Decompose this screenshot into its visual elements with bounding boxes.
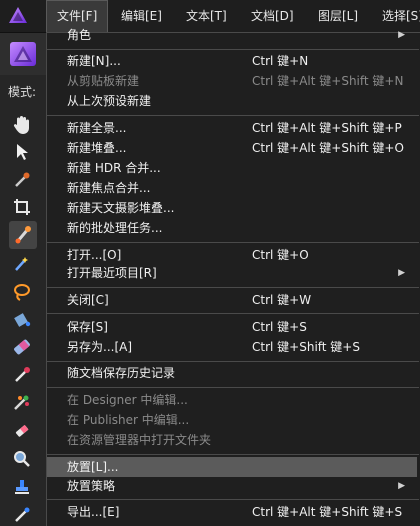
gradient-tool-icon[interactable] (10, 335, 34, 359)
menu-item-shortcut: Ctrl 键+Alt 键+Shift 键+N (252, 74, 404, 88)
mixer-brush-tool-icon[interactable] (10, 391, 34, 415)
persona-switcher[interactable] (0, 33, 46, 75)
separator (47, 361, 419, 362)
menu-item-open[interactable]: 打开...[O] Ctrl 键+O (47, 245, 417, 265)
separator (47, 499, 419, 500)
menu-item-label: 放置[L]... (67, 460, 119, 474)
menu-item-label: 放置策略 (67, 479, 116, 493)
menu-item-label: 导出...[E] (67, 505, 120, 519)
menu-item-shortcut: Ctrl 键+Shift 键+S (252, 340, 360, 354)
freehand-selection-tool-icon[interactable] (10, 280, 34, 304)
separator (47, 313, 419, 314)
menu-item-close[interactable]: 关闭[C] Ctrl 键+W (47, 290, 417, 310)
menu-item-edit-in-publisher: 在 Publisher 中编辑... (47, 410, 417, 430)
menu-item-export[interactable]: 导出...[E] Ctrl 键+Alt 键+Shift 键+S (47, 502, 417, 522)
menu-item-shortcut: Ctrl 键+Alt 键+Shift 键+O (252, 141, 404, 155)
paint-brush-tool-icon[interactable] (10, 363, 34, 387)
menu-item-label: 在资源管理器中打开文件夹 (67, 433, 212, 447)
separator (47, 287, 419, 288)
menu-item-place[interactable]: 放置[L]... (47, 457, 417, 477)
separator (47, 387, 419, 388)
separator (47, 242, 419, 243)
menu-item-save-as[interactable]: 另存为...[A] Ctrl 键+Shift 键+S (47, 337, 417, 357)
menu-item-label: 新建[N]... (67, 54, 121, 68)
menu-item-label: 新建天文摄影堆叠... (67, 201, 175, 215)
submenu-arrow-icon: ▶ (398, 30, 405, 40)
menu-item-open-recent[interactable]: 打开最近项目[R] ▶ (47, 263, 417, 283)
menu-item-shortcut: Ctrl 键+O (252, 248, 309, 262)
move-tool-icon[interactable] (10, 140, 34, 164)
menu-item-label: 新建全景... (67, 121, 127, 135)
menu-item-new-focus-merge[interactable]: 新建焦点合并... (47, 178, 417, 198)
mode-label: 模式: (8, 85, 37, 99)
menu-item-label: 角色 (67, 28, 92, 42)
brush-tool-icon[interactable] (9, 221, 37, 249)
selection-brush-tool-icon[interactable] (10, 252, 34, 276)
menu-item-shortcut: Ctrl 键+S (252, 320, 307, 334)
menu-item-open-folder-in-explorer: 在资源管理器中打开文件夹 (47, 430, 417, 450)
zoom-tool-icon[interactable] (10, 447, 34, 471)
menu-item-label: 新建焦点合并... (67, 181, 151, 195)
separator (47, 454, 419, 455)
affinity-photo-logo-icon[interactable] (8, 6, 28, 26)
menu-item-label: 保存[S] (67, 320, 108, 334)
menu-item-new-panorama[interactable]: 新建全景... Ctrl 键+Alt 键+Shift 键+P (47, 118, 417, 138)
menu-item-new-from-clipboard: 从剪贴板新建 Ctrl 键+Alt 键+Shift 键+N (47, 71, 417, 91)
menu-item-label: 在 Publisher 中编辑... (67, 413, 190, 427)
menu-item-label: 从上次预设新建 (67, 94, 152, 108)
menu-item-label: 从剪贴板新建 (67, 74, 140, 88)
menu-item-shortcut: Ctrl 键+Alt 键+Shift 键+S (252, 505, 403, 519)
menu-item-label: 在 Designer 中编辑... (67, 393, 188, 407)
menu-item-label: 新建 HDR 合并... (67, 161, 161, 175)
menu-item-placement-policy[interactable]: 放置策略 ▶ (47, 476, 417, 496)
menu-item-new-stack[interactable]: 新建堆叠... Ctrl 键+Alt 键+Shift 键+O (47, 138, 417, 158)
submenu-arrow-icon: ▶ (398, 481, 405, 491)
crop-tool-icon[interactable] (10, 195, 34, 219)
menu-item-shortcut: Ctrl 键+Alt 键+Shift 键+P (252, 121, 402, 135)
clone-stamp-tool-icon[interactable] (10, 475, 34, 499)
file-menu-dropdown: 角色 ▶ 新建[N]... Ctrl 键+N 从剪贴板新建 Ctrl 键+Alt… (46, 28, 420, 526)
menu-item-label: 新的批处理任务... (67, 221, 163, 235)
photo-persona-icon[interactable] (10, 42, 36, 66)
menu-item-shortcut: Ctrl 键+W (252, 293, 312, 307)
color-picker-tool-icon[interactable] (10, 168, 34, 192)
menu-item-label: 打开...[O] (67, 248, 122, 262)
hand-tool-icon[interactable] (10, 113, 34, 137)
menu-item-label: 打开最近项目[R] (67, 266, 157, 280)
menu-item-role[interactable]: 角色 ▶ (47, 25, 417, 45)
menu-item-label: 另存为...[A] (67, 340, 133, 354)
menu-item-edit-in-designer: 在 Designer 中编辑... (47, 390, 417, 410)
menu-item-save-history-with-document[interactable]: 随文档保存历史记录 (47, 363, 417, 383)
menu-item-new[interactable]: 新建[N]... Ctrl 键+N (47, 51, 417, 71)
menu-item-label: 关闭[C] (67, 293, 109, 307)
menu-item-new-from-last-preset[interactable]: 从上次预设新建 (47, 91, 417, 111)
erase-brush-tool-icon[interactable] (10, 419, 34, 443)
menu-item-label: 随文档保存历史记录 (67, 366, 176, 380)
menu-item-save[interactable]: 保存[S] Ctrl 键+S (47, 317, 417, 337)
flood-fill-tool-icon[interactable] (10, 308, 34, 332)
menu-item-label: 新建堆叠... (67, 141, 127, 155)
separator (47, 115, 419, 116)
menu-item-new-astrophotography-stack[interactable]: 新建天文摄影堆叠... (47, 198, 417, 218)
separator (47, 49, 419, 50)
healing-brush-tool-icon[interactable] (10, 502, 34, 526)
menu-item-new-hdr-merge[interactable]: 新建 HDR 合并... (47, 158, 417, 178)
menu-item-shortcut: Ctrl 键+N (252, 54, 309, 68)
submenu-arrow-icon: ▶ (398, 268, 405, 278)
menu-item-new-batch-job[interactable]: 新的批处理任务... (47, 218, 417, 238)
